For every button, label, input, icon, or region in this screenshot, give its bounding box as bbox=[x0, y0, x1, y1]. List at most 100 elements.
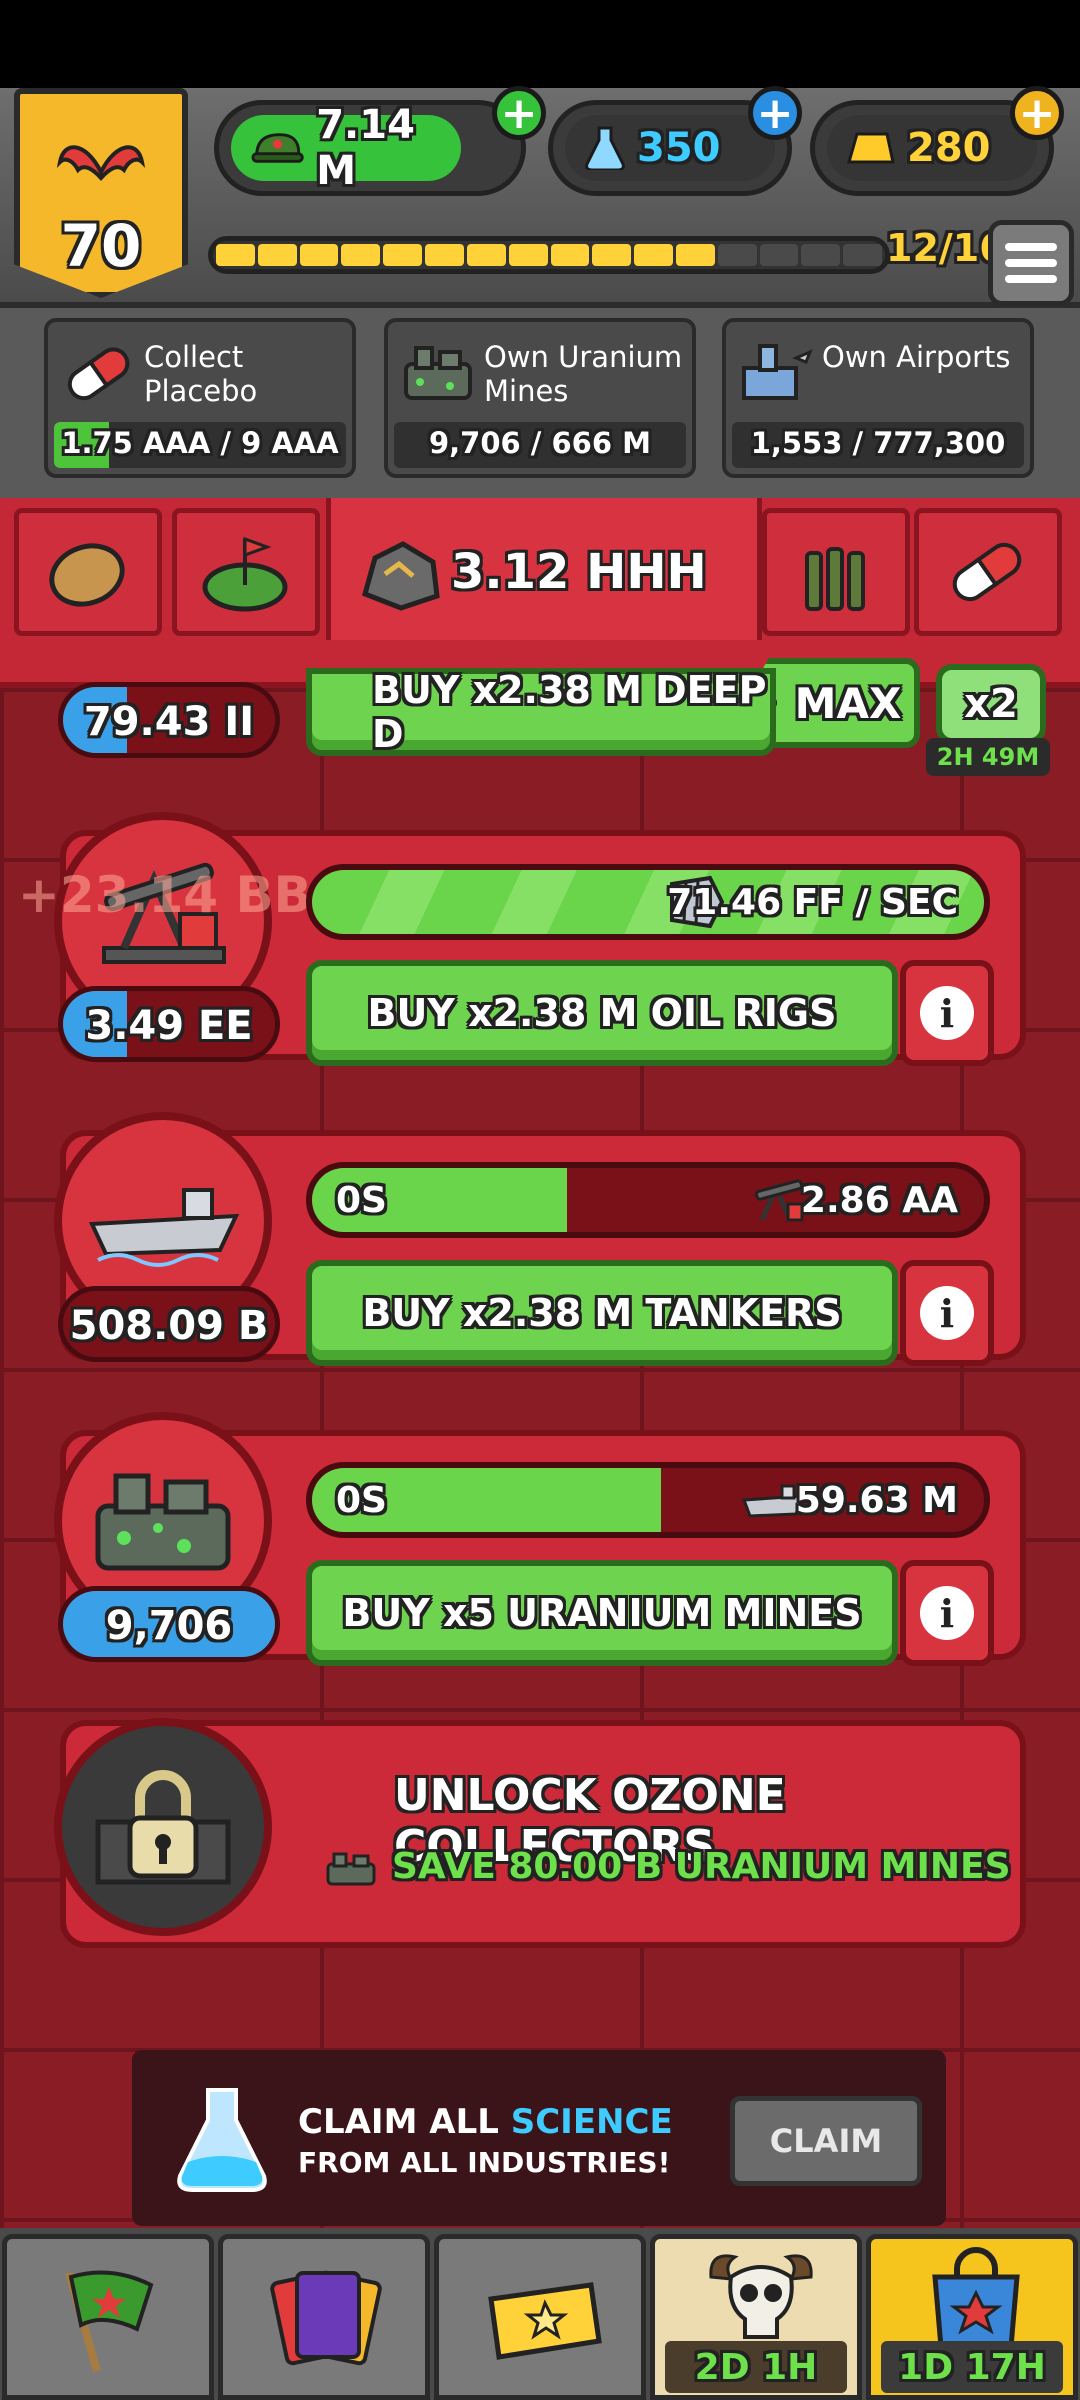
tab-golf-green[interactable] bbox=[172, 508, 320, 636]
x2-label: x2 bbox=[964, 681, 1018, 727]
army-cap-icon bbox=[251, 133, 304, 163]
tab-ammo[interactable] bbox=[762, 508, 910, 636]
claim-text: CLAIM ALL SCIENCE FROM ALL INDUSTRIES! bbox=[298, 2102, 673, 2179]
cash-counter[interactable]: 7.14 M bbox=[214, 100, 526, 196]
uranium-mines-progress: 0S 59.63 M bbox=[306, 1462, 990, 1538]
airport-icon bbox=[742, 344, 813, 400]
xp-segment bbox=[508, 244, 548, 266]
xp-segment bbox=[675, 244, 715, 266]
xp-segment bbox=[216, 244, 255, 266]
lock-icon bbox=[95, 1770, 231, 1885]
nav-cards[interactable] bbox=[218, 2234, 430, 2400]
ticket-icon bbox=[488, 2282, 602, 2360]
flask-icon bbox=[585, 126, 625, 170]
cash-value: 7.14 M bbox=[316, 102, 415, 194]
uranium-mine-icon bbox=[95, 1473, 231, 1571]
goal-value: 1.75 AAA / 9 AAA bbox=[61, 426, 339, 460]
xp-segment bbox=[843, 244, 882, 266]
xp-segment bbox=[550, 244, 590, 266]
active-resource-value: 3.12 HHH bbox=[451, 544, 707, 600]
uranium-mine-icon bbox=[326, 1852, 376, 1886]
deep-drills-count: 79.43 II bbox=[58, 682, 280, 758]
goals-row: Collect Placebo 1.75 AAA / 9 AAA Own Uran… bbox=[0, 308, 1080, 498]
pill-icon bbox=[67, 347, 130, 401]
max-label: MAX bbox=[794, 678, 902, 728]
xp-segment bbox=[466, 244, 506, 266]
nav-missions[interactable] bbox=[434, 2234, 646, 2400]
top-hud: 70 7.14 M + 350 + 280 + 12/16 bbox=[0, 86, 1080, 308]
x2-boost-button[interactable]: x2 bbox=[936, 664, 1046, 744]
goal-value: 1,553 / 777,300 bbox=[750, 426, 1006, 460]
oil-pump-icon bbox=[754, 1179, 804, 1222]
buy-uranium-mines-button[interactable]: BUY x5 URANIUM MINES bbox=[306, 1560, 898, 1666]
cards-icon bbox=[270, 2270, 382, 2366]
bottom-navigation: 2D 1H 1D 17H bbox=[0, 2228, 1080, 2400]
buy-tankers-button[interactable]: BUY x2.38 M TANKERS bbox=[306, 1260, 898, 1366]
industry-list: MAX x2 2H 49M 79.43 II BUY x2.38 M DEEP … bbox=[0, 658, 1080, 2228]
event-timer: 2D 1H bbox=[665, 2341, 847, 2393]
xp-segment bbox=[341, 244, 381, 266]
xp-segment bbox=[425, 244, 464, 266]
xp-segment bbox=[592, 244, 632, 266]
buy-deep-drills-button[interactable]: BUY x2.38 M DEEP D bbox=[306, 668, 776, 756]
xp-segment bbox=[634, 244, 673, 266]
flask-icon bbox=[177, 2088, 267, 2192]
horned-skull-icon bbox=[709, 2254, 813, 2339]
tab-potato[interactable] bbox=[14, 508, 162, 636]
goal-title: Own Uranium Mines bbox=[484, 340, 683, 408]
flag-icon bbox=[65, 2270, 154, 2373]
science-value: 350 bbox=[637, 125, 721, 171]
level-number: 70 bbox=[60, 212, 142, 280]
nav-event[interactable]: 2D 1H bbox=[650, 2234, 862, 2400]
tankers-progress: 0S 2.86 AA bbox=[306, 1162, 990, 1238]
goal-title: Collect Placebo bbox=[144, 340, 258, 408]
claim-button[interactable]: CLAIM bbox=[730, 2096, 922, 2186]
uranium-mine-icon bbox=[404, 346, 472, 400]
oil-rigs-count: 3.49 EE bbox=[58, 986, 280, 1062]
pill-icon bbox=[952, 542, 1022, 602]
goal-title: Own Airports bbox=[822, 340, 1011, 374]
potato-icon bbox=[49, 543, 125, 607]
xp-segment bbox=[717, 244, 757, 266]
add-cash-button[interactable]: + bbox=[492, 86, 546, 140]
boost-timer: 2H 49M bbox=[926, 738, 1050, 776]
unlock-requirement: SAVE 80.00 B URANIUM MINES bbox=[392, 1846, 1011, 1887]
gold-value: 280 bbox=[907, 125, 991, 171]
uranium-mines-info-button[interactable]: i bbox=[900, 1560, 994, 1666]
tankers-count: 508.09 B bbox=[58, 1286, 280, 1362]
rank-wings-icon bbox=[56, 145, 146, 181]
tanker-ship-icon bbox=[88, 1188, 240, 1267]
buy-oil-rigs-button[interactable]: BUY x2.38 M OIL RIGS bbox=[306, 960, 898, 1066]
xp-progress-bar bbox=[208, 236, 890, 274]
golf-green-icon bbox=[202, 536, 288, 612]
xp-segment bbox=[383, 244, 423, 266]
level-banner[interactable]: 70 bbox=[14, 88, 188, 298]
oil-rigs-progress: 71.46 FF / SEC bbox=[306, 864, 990, 940]
uranium-mines-count: 9,706 bbox=[58, 1586, 280, 1662]
add-gold-button[interactable]: + bbox=[1010, 86, 1064, 140]
tab-pill[interactable] bbox=[914, 508, 1062, 636]
locked-portrait bbox=[54, 1718, 272, 1936]
nav-territories[interactable] bbox=[2, 2234, 214, 2400]
xp-segment bbox=[299, 244, 339, 266]
info-icon: i bbox=[920, 1586, 974, 1640]
info-icon: i bbox=[920, 1286, 974, 1340]
goal-collect-placebo[interactable]: Collect Placebo 1.75 AAA / 9 AAA bbox=[44, 318, 356, 478]
gold-bar-icon bbox=[847, 132, 895, 164]
add-science-button[interactable]: + bbox=[748, 86, 802, 140]
oil-rigs-info-button[interactable]: i bbox=[900, 960, 994, 1066]
ammo-icon bbox=[805, 547, 865, 611]
claim-science-banner: CLAIM ALL SCIENCE FROM ALL INDUSTRIES! C… bbox=[132, 2050, 946, 2226]
floating-income-text: +23.14 BB bbox=[18, 866, 312, 924]
goal-own-uranium-mines[interactable]: Own Uranium Mines 9,706 / 666 M bbox=[384, 318, 696, 478]
tankers-info-button[interactable]: i bbox=[900, 1260, 994, 1366]
goal-value: 9,706 / 666 M bbox=[428, 426, 651, 460]
goal-own-airports[interactable]: Own Airports 1,553 / 777,300 bbox=[722, 318, 1034, 478]
xp-segment bbox=[257, 244, 297, 266]
nav-shop[interactable]: 1D 17H bbox=[866, 2234, 1078, 2400]
xp-segment bbox=[759, 244, 799, 266]
menu-button[interactable] bbox=[988, 220, 1074, 306]
tanker-ship-icon bbox=[742, 1484, 804, 1518]
shop-timer: 1D 17H bbox=[881, 2341, 1063, 2393]
info-icon: i bbox=[920, 986, 974, 1040]
